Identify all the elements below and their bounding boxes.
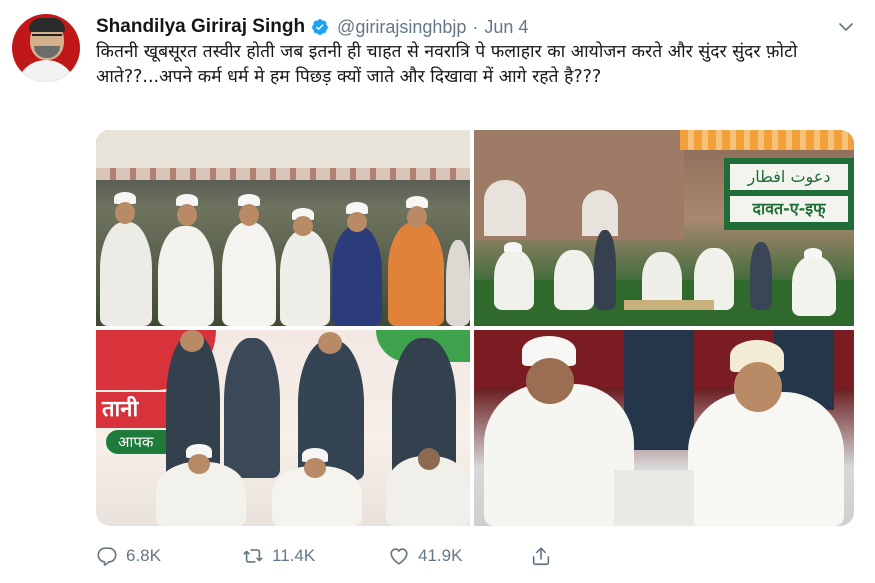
head [180,330,204,352]
retweet-button[interactable]: 11.4K [242,545,388,567]
photo-1[interactable] [96,130,470,326]
tweet-card[interactable]: Shandilya Giriraj Singh @girirajsinghbjp… [0,0,875,583]
media-grid[interactable]: دعوت افطار दावत-ए-इफ् तानी आपक [96,130,854,526]
avatar-glasses [32,34,62,40]
person [100,222,152,326]
photo-3[interactable]: तानी आपक [96,330,470,526]
verified-badge-icon [312,19,328,35]
reply-button[interactable]: 6.8K [96,545,242,567]
banner-text-fragment: तानी [96,392,168,428]
head [318,332,342,354]
head [418,448,440,470]
person-standing [750,242,772,310]
share-icon [532,547,550,566]
author-handle[interactable]: @girirajsinghbjp [337,17,466,38]
cap [804,248,822,258]
head [304,458,326,478]
bunting [680,130,854,150]
tent-border [96,168,470,180]
photo-2[interactable]: دعوت افطار दावत-ए-इफ् [474,130,854,326]
photo-4[interactable] [474,330,854,526]
reply-count: 6.8K [126,546,161,565]
person-orange-jacket [388,222,444,326]
person [792,256,836,316]
head [407,206,427,228]
avatar-shirt [16,60,76,82]
head [293,216,313,236]
tweet-text: कितनी खूबसूरत तस्वीर होती जब इतनी ही चाह… [96,42,798,87]
guard [224,338,280,478]
person [280,230,330,326]
banner-hindi-text: दावत-ए-इफ् [730,196,848,222]
share-button[interactable] [530,545,560,567]
iftar-banner: دعوت افطار दावत-ए-इफ् [724,158,854,230]
person-standing [594,230,616,310]
head [188,454,210,474]
arched-window [484,180,526,236]
retweet-icon [243,549,263,563]
tweet-header: Shandilya Giriraj Singh @girirajsinghbjp… [96,14,528,40]
avatar-hair [29,18,65,32]
person [222,222,276,326]
person [554,250,594,310]
author-name[interactable]: Shandilya Giriraj Singh [96,16,305,38]
tweet-date[interactable]: Jun 4 [484,17,528,38]
reply-icon [97,547,117,566]
head [734,362,782,412]
person [494,250,534,310]
cap [504,242,522,252]
like-button[interactable]: 41.9K [388,545,530,567]
retweet-count: 11.4K [272,546,316,565]
head [239,204,259,226]
chevron-down-icon[interactable] [837,18,855,36]
tent-ceiling [96,130,470,168]
separator-dot: · [472,16,479,37]
sofa [614,470,694,526]
heart-icon [390,548,408,565]
head [177,204,197,226]
head [347,212,367,232]
person-blue-jacket [332,226,382,326]
like-count: 41.9K [418,546,463,565]
table [624,300,714,310]
banner-urdu-text: دعوت افطار [730,164,848,190]
head [115,202,135,224]
arched-window [582,190,618,236]
standing-guard-legs [624,330,694,450]
seated-man-left [484,384,634,526]
seated-man-right [688,392,844,526]
person [446,240,470,326]
avatar[interactable] [12,14,80,82]
head [526,358,574,404]
person [158,226,214,326]
tweet-actions: 6.8K 11.4K 41.9K [96,540,560,572]
